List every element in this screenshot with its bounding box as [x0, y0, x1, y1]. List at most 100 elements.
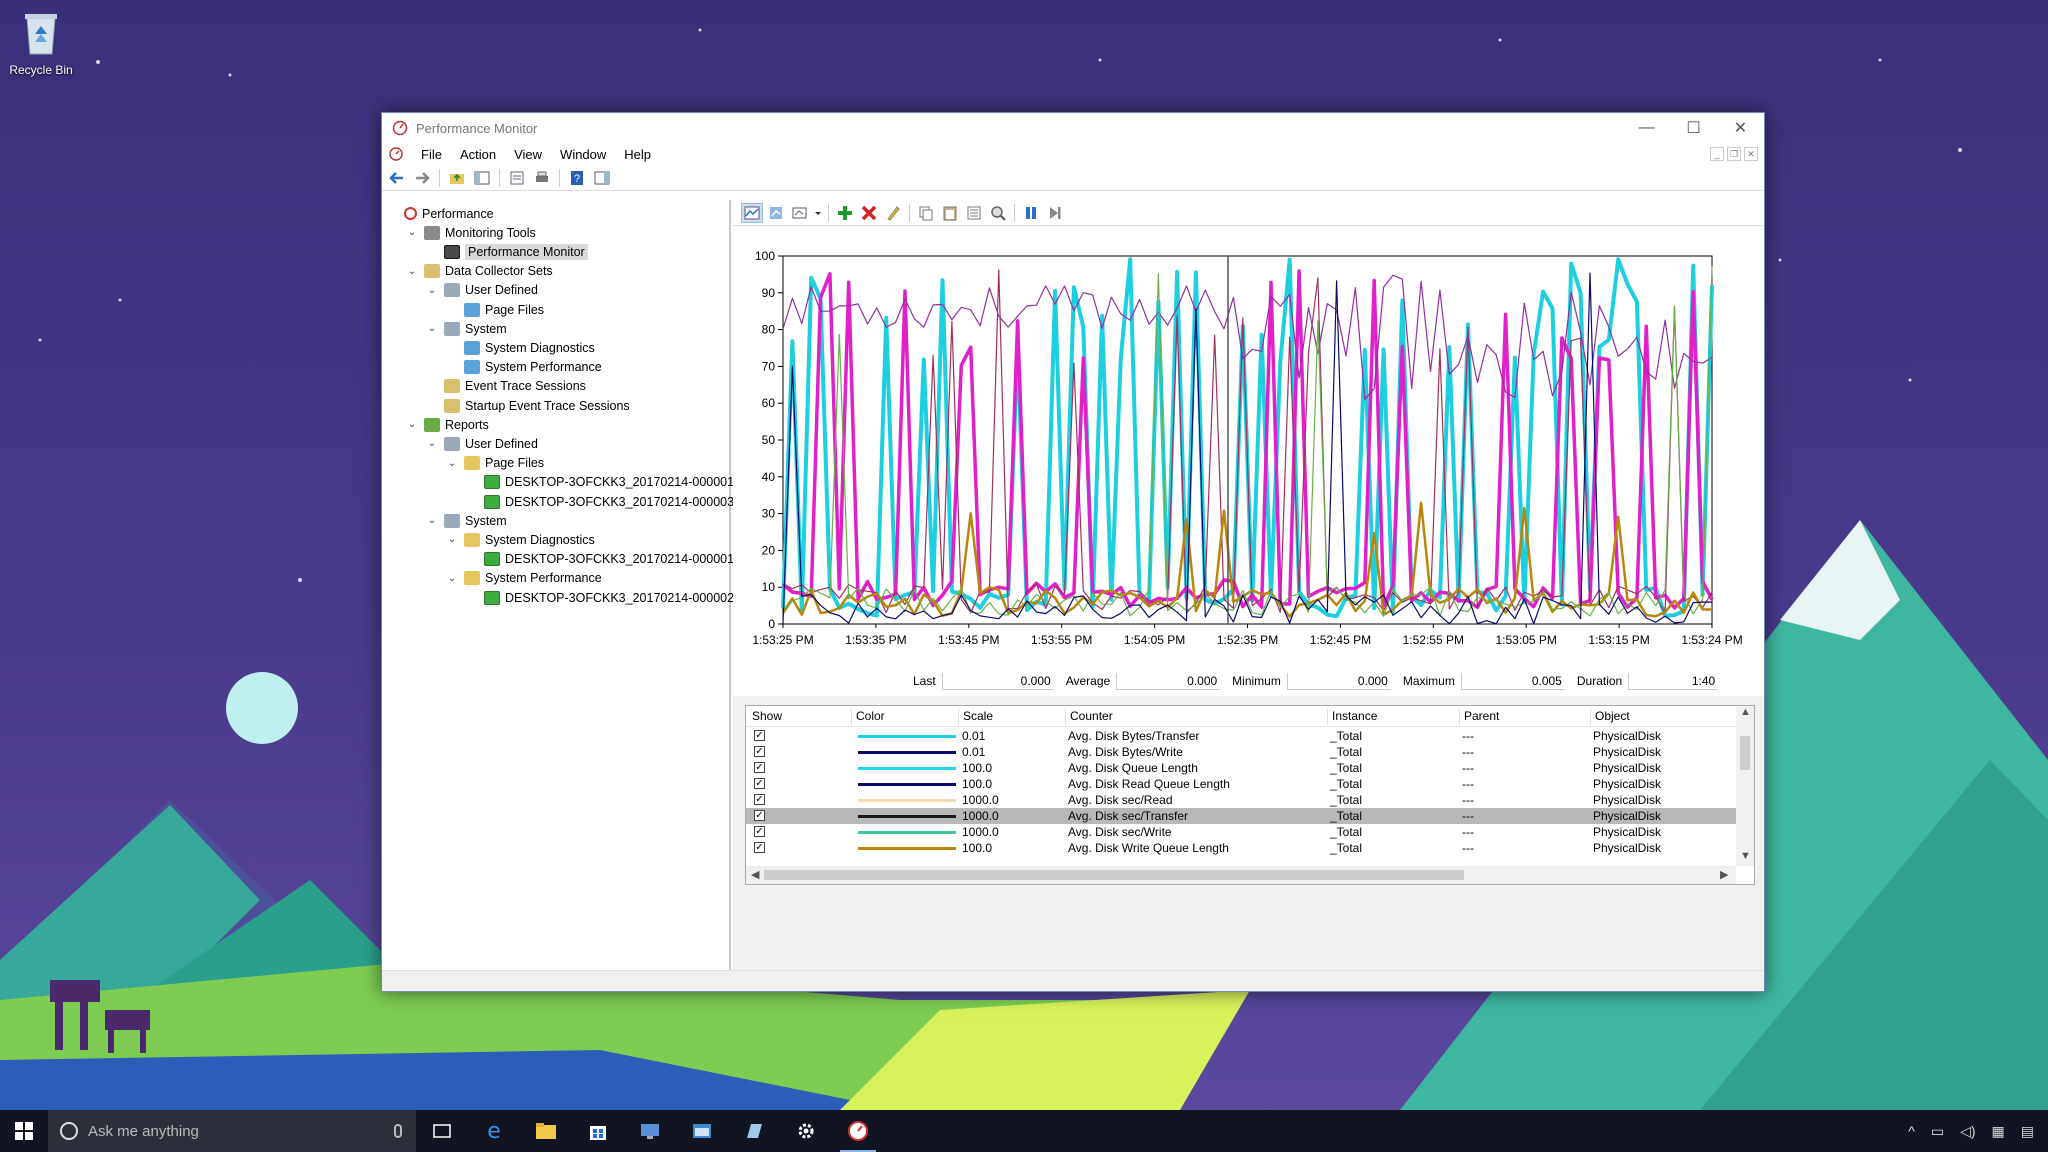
delete-counter-button[interactable] [858, 203, 880, 223]
taskbar-edge[interactable]: e [468, 1110, 520, 1152]
properties-button[interactable] [506, 168, 528, 188]
taskbar-app-remote[interactable] [624, 1110, 676, 1152]
tree-node[interactable]: ⌄ System [426, 319, 507, 338]
taskbar-settings[interactable] [780, 1110, 832, 1152]
menu-file[interactable]: File [412, 145, 451, 164]
show-checkbox[interactable]: ✓ [754, 842, 765, 853]
tree-node[interactable]: ⌄ Reports [406, 415, 489, 434]
line-graph[interactable]: 0 10 20 30 40 50 60 70 80 90 100 1:53:25 PM 1:53:35 … [733, 226, 1764, 666]
horizontal-scroll-thumb[interactable] [764, 870, 1464, 880]
tree-node[interactable]: ⌄ User Defined [426, 434, 538, 453]
tree-node[interactable]: DESKTOP-3OFCKK3_20170214-000001 [466, 473, 734, 492]
help-button[interactable]: ? [566, 168, 588, 188]
show-checkbox[interactable]: ✓ [754, 826, 765, 837]
view-current-activity-button[interactable] [741, 202, 763, 223]
close-button[interactable]: ✕ [1717, 113, 1764, 143]
show-checkbox[interactable]: ✓ [754, 746, 765, 757]
expand-chevron-icon[interactable]: ⌄ [426, 323, 438, 334]
show-hidden-icons-icon[interactable]: ^ [1908, 1123, 1915, 1139]
expand-chevron-icon[interactable]: ⌄ [446, 573, 458, 584]
tree-node[interactable]: ⌄ System [426, 511, 507, 530]
expand-chevron-icon[interactable]: ⌄ [426, 438, 438, 449]
expand-chevron-icon[interactable]: ⌄ [446, 458, 458, 469]
legend-header-parent[interactable]: Parent [1464, 709, 1591, 725]
show-checkbox[interactable]: ✓ [754, 762, 765, 773]
tree-node[interactable]: DESKTOP-3OFCKK3_20170214-000001 [466, 550, 734, 569]
legend-header-instance[interactable]: Instance [1332, 709, 1460, 725]
taskbar-store[interactable] [572, 1110, 624, 1152]
expand-chevron-icon[interactable]: ⌄ [406, 227, 418, 238]
scroll-up-icon[interactable]: ▲ [1740, 706, 1751, 718]
tree-node[interactable]: Performance Monitor [426, 242, 588, 261]
view-log-data-button[interactable] [765, 203, 787, 223]
back-button[interactable] [386, 168, 408, 188]
minimize-button[interactable]: — [1623, 113, 1670, 143]
tree-node[interactable]: ⌄ Monitoring Tools [406, 223, 536, 242]
tree-node[interactable]: Event Trace Sessions [426, 377, 586, 396]
legend-horizontal-scrollbar[interactable]: ◀ ▶ [746, 866, 1736, 884]
mdi-minimize-icon[interactable]: _ [1710, 147, 1724, 161]
forward-button[interactable] [411, 168, 433, 188]
legend-header-show[interactable]: Show [752, 709, 852, 725]
menu-window[interactable]: Window [551, 145, 615, 164]
show-checkbox[interactable]: ✓ [754, 794, 765, 805]
tree-node[interactable]: DESKTOP-3OFCKK3_20170214-000003 [466, 492, 734, 511]
legend-vertical-scrollbar[interactable]: ▲ ▼ [1736, 706, 1754, 866]
maximize-button[interactable]: ☐ [1670, 113, 1717, 143]
add-counter-button[interactable] [834, 203, 856, 223]
zoom-button[interactable] [987, 203, 1009, 223]
tree-node[interactable]: System Performance [446, 358, 602, 377]
keyboard-icon[interactable]: ▦ [1992, 1123, 2005, 1140]
change-graph-type-button[interactable] [789, 203, 811, 223]
legend-header-counter[interactable]: Counter [1070, 709, 1328, 725]
graph-type-dropdown[interactable] [813, 203, 823, 223]
mdi-close-icon[interactable]: ✕ [1744, 147, 1758, 161]
tree-node[interactable]: ⌄ System Performance [446, 569, 602, 588]
taskbar-app-console[interactable] [676, 1110, 728, 1152]
properties-graph-button[interactable] [963, 203, 985, 223]
cortana-search-box[interactable]: Ask me anything [48, 1110, 416, 1152]
title-bar[interactable]: Performance Monitor — ☐ ✕ [382, 113, 1764, 143]
legend-header-scale[interactable]: Scale [963, 709, 1066, 725]
expand-chevron-icon[interactable]: ⌄ [406, 419, 418, 430]
system-menu-icon[interactable] [388, 146, 404, 162]
task-view-button[interactable] [416, 1110, 468, 1152]
show-action-pane-button[interactable] [591, 168, 613, 188]
menu-action[interactable]: Action [451, 145, 505, 164]
tree-node[interactable]: ⌄ Data Collector Sets [406, 262, 553, 281]
show-checkbox[interactable]: ✓ [754, 778, 765, 789]
network-icon[interactable]: ▭ [1931, 1123, 1944, 1140]
tree-node[interactable]: ⌄ Page Files [446, 454, 544, 473]
expand-chevron-icon[interactable]: ⌄ [406, 266, 418, 277]
scroll-right-icon[interactable]: ▶ [1720, 868, 1728, 881]
tree-node[interactable]: Startup Event Trace Sessions [426, 396, 630, 415]
scroll-down-icon[interactable]: ▼ [1740, 850, 1751, 862]
print-button[interactable] [531, 168, 553, 188]
taskbar-file-explorer[interactable] [520, 1110, 572, 1152]
scroll-left-icon[interactable]: ◀ [751, 868, 759, 881]
recycle-bin[interactable]: Recycle Bin [6, 8, 76, 77]
tree-node[interactable]: Performance [386, 204, 494, 223]
show-checkbox[interactable]: ✓ [754, 810, 765, 821]
start-button[interactable] [0, 1110, 48, 1152]
legend-row[interactable]: ✓ 100.0 Avg. Disk Queue Length _Total --- Phy… [746, 760, 1736, 776]
legend-row[interactable]: ✓ 1000.0 Avg. Disk sec/Write _Total --- Physi… [746, 824, 1736, 840]
legend-header-color[interactable]: Color [856, 709, 959, 725]
paste-counter-list-button[interactable] [939, 203, 961, 223]
legend-row[interactable]: ✓ 0.01 Avg. Disk Bytes/Write _Total --- Physi… [746, 744, 1736, 760]
expand-chevron-icon[interactable]: ⌄ [426, 285, 438, 296]
chart-svg[interactable]: 0 10 20 30 40 50 60 70 80 90 100 1:53:25 PM 1:53:35 … [733, 226, 1764, 666]
expand-chevron-icon[interactable]: ⌄ [426, 515, 438, 526]
legend-row[interactable]: ✓ 1000.0 Avg. Disk sec/Transfer _Total --- Ph… [746, 808, 1736, 824]
expand-chevron-icon[interactable]: ⌄ [446, 534, 458, 545]
mdi-restore-icon[interactable]: ❐ [1727, 147, 1741, 161]
update-data-button[interactable] [1044, 203, 1066, 223]
freeze-display-button[interactable] [1020, 203, 1042, 223]
legend-row[interactable]: ✓ 100.0 Avg. Disk Write Queue Length _Total… [746, 840, 1736, 856]
legend-header-object[interactable]: Object [1595, 709, 1735, 725]
tree-node[interactable]: System Diagnostics [446, 338, 595, 357]
tree-node[interactable]: ⌄ System Diagnostics [446, 530, 595, 549]
show-hide-tree-button[interactable] [471, 168, 493, 188]
copy-properties-button[interactable] [915, 203, 937, 223]
vertical-scroll-thumb[interactable] [1740, 736, 1750, 770]
